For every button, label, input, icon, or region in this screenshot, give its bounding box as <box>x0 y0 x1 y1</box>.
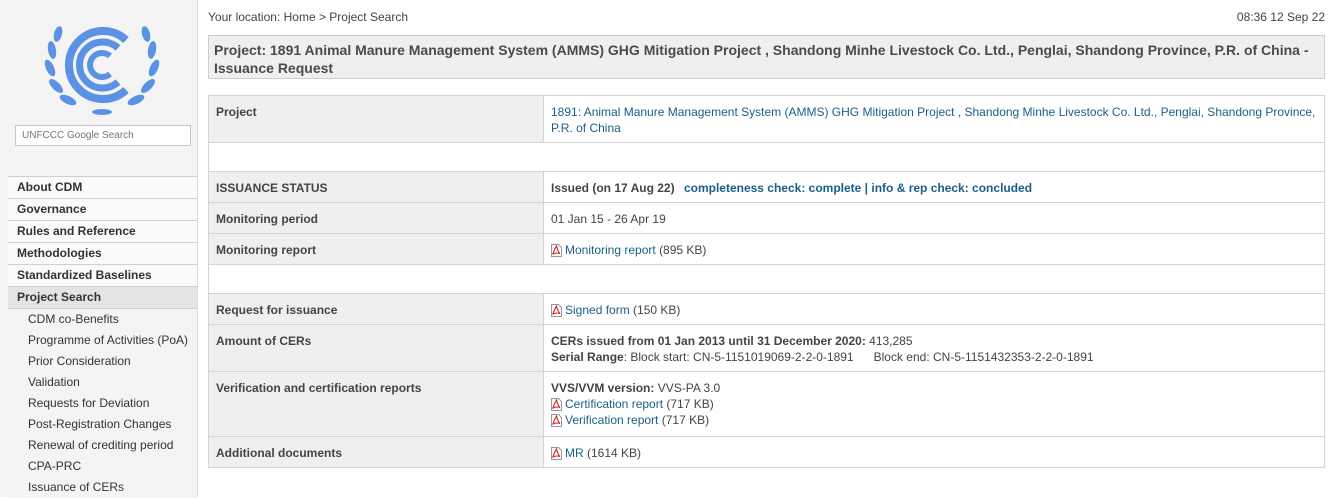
serial-block-end: Block end: CN-5-1151432353-2-2-0-1891 <box>873 350 1094 364</box>
serial-range-label: Serial Range <box>551 350 624 364</box>
amount-of-cers-cell: CERs issued from 01 Jan 2013 until 31 De… <box>543 324 1325 372</box>
monitoring-period-label: Monitoring period <box>208 202 544 234</box>
certification-report-line: Certification report (717 KB) <box>551 396 1317 412</box>
sidebar: About CDM Governance Rules and Reference… <box>0 0 198 498</box>
additional-documents-cell: MR (1614 KB) <box>543 436 1325 468</box>
issuance-status-value: Issued (on 17 Aug 22) <box>551 181 675 195</box>
sub-item-requests-for-deviation[interactable]: Requests for Deviation <box>8 393 197 414</box>
sub-item-renewal-of-crediting-period[interactable]: Renewal of crediting period <box>8 435 197 456</box>
verification-report-size: (717 KB) <box>661 413 710 427</box>
issuance-details-table: Project 1891: Animal Manure Management S… <box>208 95 1325 468</box>
mr-document-size: (1614 KB) <box>587 446 642 460</box>
sub-item-prior-consideration[interactable]: Prior Consideration <box>8 351 197 372</box>
vvs-version-label: VVS/VVM version: <box>551 381 655 395</box>
amount-of-cers-label: Amount of CERs <box>208 324 544 372</box>
monitoring-report-label: Monitoring report <box>208 233 544 265</box>
mr-document-link[interactable]: MR <box>565 446 584 460</box>
pdf-icon <box>551 244 562 257</box>
nav-item-governance[interactable]: Governance <box>8 199 197 221</box>
certification-report-link[interactable]: Certification report <box>565 397 663 411</box>
additional-documents-label: Additional documents <box>208 436 544 468</box>
table-spacer-row <box>208 142 1325 172</box>
project-link[interactable]: 1891: Animal Manure Management System (A… <box>551 105 1315 135</box>
table-row-amount-of-cers: Amount of CERs CERs issued from 01 Jan 2… <box>208 324 1325 372</box>
verification-report-line: Verification report (717 KB) <box>551 412 1317 428</box>
monitoring-report-link[interactable]: Monitoring report <box>565 243 656 257</box>
pdf-icon <box>551 447 562 460</box>
table-row-issuance-status: ISSUANCE STATUS Issued (on 17 Aug 22) co… <box>208 171 1325 203</box>
unfccc-logo[interactable] <box>38 10 166 120</box>
monitoring-report-size: (895 KB) <box>659 243 707 257</box>
status-check-links[interactable]: completeness check: complete | info & re… <box>684 181 1032 195</box>
spacer-cell <box>208 142 1325 172</box>
verification-reports-label: Verification and certification reports <box>208 371 544 437</box>
c-rings-icon <box>65 27 129 103</box>
issuance-status-label: ISSUANCE STATUS <box>208 171 544 203</box>
main-navigation: About CDM Governance Rules and Reference… <box>8 176 197 498</box>
table-row-verification-reports: Verification and certification reports V… <box>208 371 1325 437</box>
vvs-version-line: VVS/VVM version: VVS-PA 3.0 <box>551 380 1317 396</box>
table-spacer-row <box>208 264 1325 294</box>
pdf-icon <box>551 398 562 411</box>
sub-item-post-registration-changes[interactable]: Post-Registration Changes <box>8 414 197 435</box>
sub-item-cpa-prc[interactable]: CPA-PRC <box>8 456 197 477</box>
sub-item-validation[interactable]: Validation <box>8 372 197 393</box>
serial-range-line: Serial Range: Block start: CN-5-11510190… <box>551 349 1317 365</box>
certification-report-size: (717 KB) <box>666 397 714 411</box>
nav-item-standardized-baselines[interactable]: Standardized Baselines <box>8 265 197 287</box>
monitoring-report-cell: Monitoring report (895 KB) <box>543 233 1325 265</box>
cers-issued-line: CERs issued from 01 Jan 2013 until 31 De… <box>551 333 1317 349</box>
table-row-monitoring-period: Monitoring period 01 Jan 15 - 26 Apr 19 <box>208 202 1325 234</box>
spacer-cell <box>208 264 1325 294</box>
table-row-additional-documents: Additional documents MR (1614 KB) <box>208 436 1325 468</box>
table-row-request-for-issuance: Request for issuance Signed form (150 KB… <box>208 293 1325 325</box>
sub-item-issuance-of-cers[interactable]: Issuance of CERs <box>8 477 197 498</box>
request-for-issuance-cell: Signed form (150 KB) <box>543 293 1325 325</box>
search-input[interactable] <box>15 125 191 146</box>
vvs-version-value: VVS-PA 3.0 <box>657 381 721 395</box>
nav-item-about-cdm[interactable]: About CDM <box>8 177 197 199</box>
timestamp: 08:36 12 Sep 22 <box>1236 10 1325 24</box>
nav-item-methodologies[interactable]: Methodologies <box>8 243 197 265</box>
table-row-monitoring-report: Monitoring report Monitoring report (895… <box>208 233 1325 265</box>
project-label: Project <box>208 95 544 143</box>
page-title-box: Project: 1891 Animal Manure Management S… <box>208 35 1325 79</box>
signed-form-link[interactable]: Signed form <box>565 303 630 317</box>
verification-report-link[interactable]: Verification report <box>565 413 658 427</box>
cers-issued-value: 413,285 <box>869 334 913 348</box>
signed-form-size: (150 KB) <box>633 303 681 317</box>
issuance-status-cell: Issued (on 17 Aug 22) completeness check… <box>543 171 1325 203</box>
request-for-issuance-label: Request for issuance <box>208 293 544 325</box>
nav-item-rules-and-reference[interactable]: Rules and Reference <box>8 221 197 243</box>
serial-block-start: : Block start: CN-5-1151019069-2-2-0-189… <box>623 350 854 364</box>
pdf-icon <box>551 414 562 427</box>
project-value-cell: 1891: Animal Manure Management System (A… <box>543 95 1325 143</box>
project-search-submenu: CDM co-Benefits Programme of Activities … <box>8 309 197 498</box>
monitoring-period-value: 01 Jan 15 - 26 Apr 19 <box>543 202 1325 234</box>
table-row-project: Project 1891: Animal Manure Management S… <box>208 95 1325 143</box>
breadcrumb: Your location: Home > Project Search <box>208 10 408 24</box>
sub-item-programme-of-activities[interactable]: Programme of Activities (PoA) <box>8 330 197 351</box>
verification-reports-cell: VVS/VVM version: VVS-PA 3.0 Certificatio… <box>543 371 1325 437</box>
nav-item-project-search[interactable]: Project Search <box>8 287 197 309</box>
page-title: Project: 1891 Animal Manure Management S… <box>214 42 1309 76</box>
sub-item-cdm-co-benefits[interactable]: CDM co-Benefits <box>8 309 197 330</box>
pdf-icon <box>551 304 562 317</box>
cers-issued-text: CERs issued from 01 Jan 2013 until 31 De… <box>551 334 866 348</box>
